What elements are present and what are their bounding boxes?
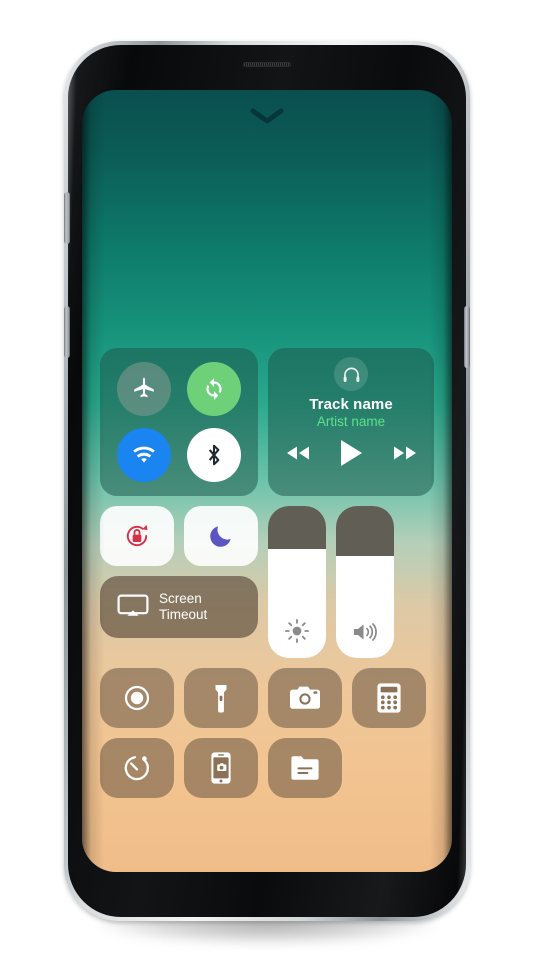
wifi-icon: [133, 446, 155, 463]
wifi-toggle[interactable]: [116, 427, 171, 482]
timer-button[interactable]: [100, 738, 174, 798]
shortcuts-row-2: [100, 738, 434, 798]
brightness-icon: [285, 619, 309, 643]
connectivity-panel: [100, 348, 258, 496]
screenshot-button[interactable]: [184, 738, 258, 798]
rotation-lock-icon: [126, 524, 148, 547]
screen-timeout-label: Screen Timeout: [159, 591, 207, 623]
calculator-button[interactable]: [352, 668, 426, 728]
screen-cast-icon: [117, 594, 149, 616]
screen-timeout-tile[interactable]: Screen Timeout: [100, 576, 258, 638]
sync-toggle[interactable]: [187, 362, 242, 417]
folder-icon: [291, 756, 319, 780]
screenshot-root: Track name Artist name Screen Timeout: [0, 0, 534, 962]
bluetooth-icon: [209, 444, 220, 465]
fast-forward-icon[interactable]: [391, 444, 419, 462]
flashlight-button[interactable]: [184, 668, 258, 728]
media-player-panel: Track name Artist name: [268, 348, 434, 496]
rotation-lock-toggle[interactable]: [100, 506, 174, 566]
control-center-row-middle: Screen Timeout: [100, 506, 434, 658]
airplane-mode-toggle[interactable]: [116, 362, 171, 417]
shortcuts-row-1: [100, 668, 434, 728]
camera-icon: [290, 686, 320, 709]
rewind-icon[interactable]: [284, 444, 312, 462]
screen-timeout-label-line1: Screen: [159, 591, 202, 606]
airplane-icon: [134, 377, 154, 398]
middle-left-group: Screen Timeout: [100, 506, 258, 658]
artist-name: Artist name: [316, 414, 386, 429]
screenshot-icon: [211, 752, 231, 784]
media-transport-controls: [284, 438, 419, 468]
screen-timeout-label-line2: Timeout: [159, 607, 208, 622]
power-button[interactable]: [464, 306, 470, 368]
moon-icon: [210, 526, 231, 547]
screen-record-button[interactable]: [100, 668, 174, 728]
control-center-row-top: Track name Artist name: [100, 348, 434, 496]
file-manager-button[interactable]: [268, 738, 342, 798]
volume-up-button[interactable]: [64, 192, 70, 244]
volume-icon: [354, 623, 377, 641]
brightness-slider[interactable]: [268, 506, 326, 658]
phone-screen: Track name Artist name Screen Timeout: [82, 90, 452, 872]
volume-slider-unfilled: [336, 506, 394, 557]
camera-button[interactable]: [268, 668, 342, 728]
volume-slider[interactable]: [336, 506, 394, 658]
control-center: Track name Artist name Screen Timeout: [82, 348, 452, 808]
earpiece-speaker-grille: [243, 62, 291, 67]
timer-icon: [124, 756, 149, 781]
brightness-slider-icon-wrap: [268, 618, 326, 644]
record-icon: [124, 685, 150, 711]
brightness-slider-unfilled: [268, 506, 326, 549]
volume-down-button[interactable]: [64, 306, 70, 358]
chevron-down-icon[interactable]: [250, 108, 284, 125]
do-not-disturb-toggle[interactable]: [184, 506, 258, 566]
play-icon[interactable]: [338, 438, 365, 468]
calculator-icon: [377, 683, 401, 713]
sync-icon: [206, 378, 222, 401]
volume-slider-icon-wrap: [336, 620, 394, 644]
track-title: Track name: [309, 396, 393, 413]
bluetooth-toggle[interactable]: [187, 427, 242, 482]
quick-toggles-group: [100, 506, 258, 566]
headphones-badge: [334, 357, 368, 391]
headphones-icon: [343, 367, 359, 382]
flashlight-icon: [215, 685, 227, 713]
